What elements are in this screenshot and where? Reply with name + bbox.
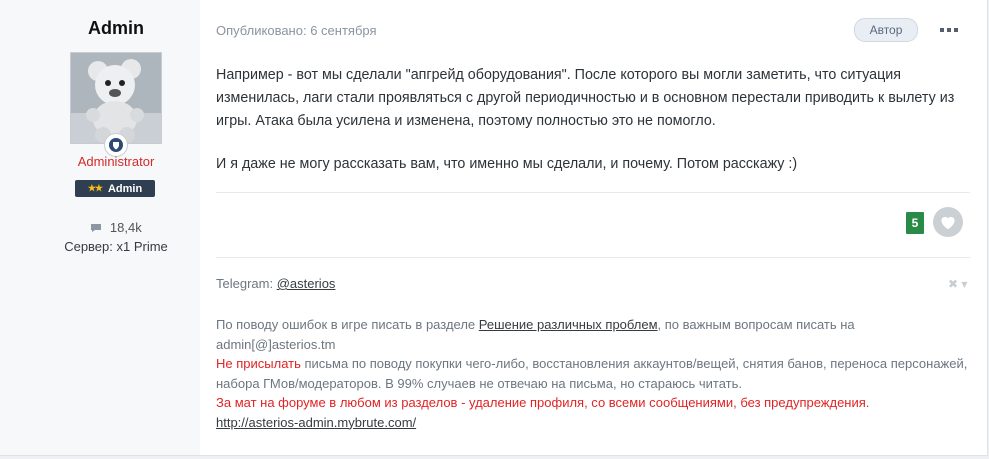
user-group-title: Administrator [77, 154, 155, 169]
server-field: Сервер: x1 Prime [64, 239, 168, 254]
group-badge-label: Admin [107, 182, 143, 195]
external-link[interactable]: http://asterios-admin.mybrute.com/ [216, 415, 416, 430]
telegram-label: Telegram: [216, 276, 277, 291]
divider [216, 257, 970, 258]
author-name[interactable]: Admin [0, 18, 232, 39]
reputation-badge[interactable]: 5 [906, 212, 924, 234]
avatar[interactable] [70, 52, 162, 144]
close-signature-icon[interactable]: ✖ ▾ [948, 277, 967, 291]
signature-body: По поводу ошибок в игре писать в разделе… [216, 315, 976, 432]
telegram-link[interactable]: @asterios [277, 276, 336, 291]
star-icon: ★★ [87, 183, 103, 193]
signature-line: http://asterios-admin.mybrute.com/ [216, 413, 976, 433]
author-panel: Admin Administrator ★★ Admin 18,4k Серве… [0, 0, 200, 455]
group-badge: ★★ Admin [75, 180, 155, 197]
more-options-icon[interactable] [940, 25, 960, 35]
signature-line: По поводу ошибок в игре писать в разделе… [216, 315, 976, 354]
post-paragraph: И я даже не могу рассказать вам, что име… [216, 156, 798, 172]
forum-post: Admin Administrator ★★ Admin 18,4k Серве… [0, 0, 988, 456]
signature-text: письма по поводу покупки чего-либо, восс… [216, 356, 968, 391]
published-date[interactable]: Опубликовано: 6 сентября [216, 23, 377, 38]
post-paragraph: Например - вот мы сделали "апгрейд обору… [216, 67, 955, 129]
problems-section-link[interactable]: Решение различных проблем [479, 317, 658, 332]
signature-telegram: Telegram: @asterios [216, 276, 335, 291]
post-content: Например - вот мы сделали "апгрейд обору… [216, 64, 976, 196]
author-tag-badge: Автор [854, 18, 918, 42]
heart-icon[interactable] [933, 207, 963, 237]
post-count-value: 18,4k [109, 220, 142, 235]
signature-warning-text: За мат на форуме в любом из разделов - у… [216, 395, 870, 410]
signature-text: По поводу ошибок в игре писать в разделе [216, 317, 479, 332]
divider [216, 192, 970, 193]
post-count: 18,4k [0, 220, 232, 235]
signature-warning-text: Не присылать [216, 356, 301, 371]
signature-line: Не присылать письма по поводу покупки че… [216, 354, 976, 393]
comment-bubble-icon [90, 220, 106, 235]
